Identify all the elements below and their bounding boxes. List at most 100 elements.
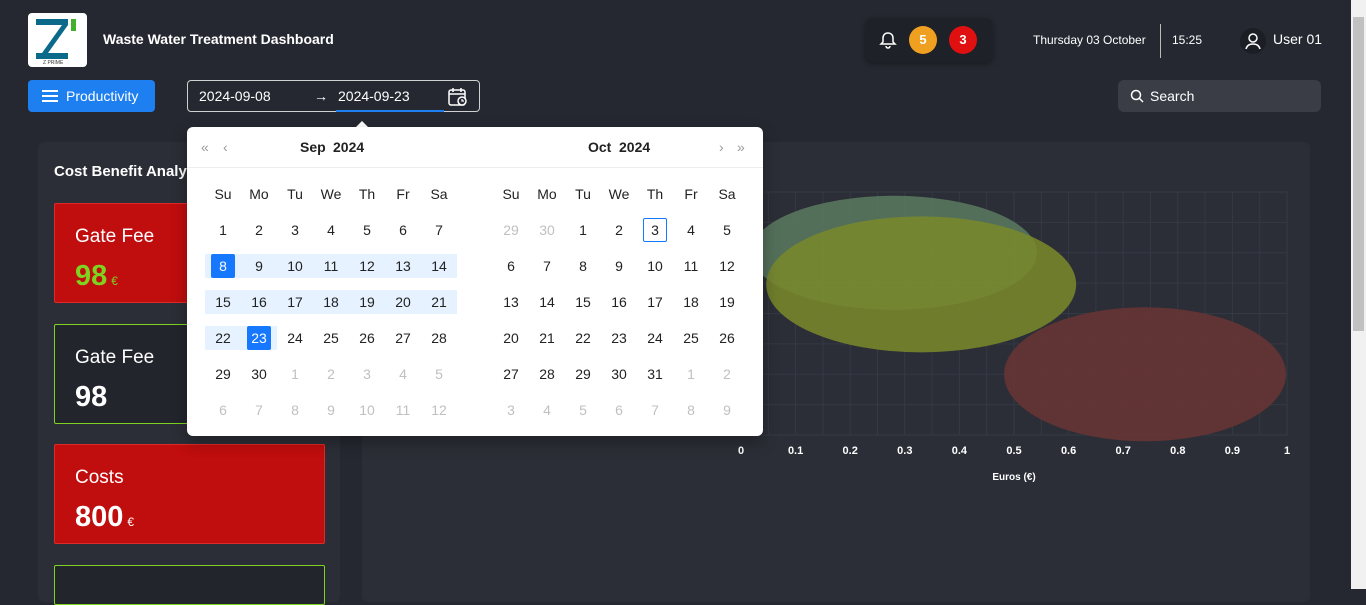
calendar-day[interactable]: 28 xyxy=(421,326,457,350)
calendar-day[interactable]: 23 xyxy=(241,326,277,350)
calendar-day[interactable]: 30 xyxy=(529,218,565,242)
prev-year-button[interactable]: « xyxy=(201,139,209,155)
calendar-day[interactable]: 2 xyxy=(313,362,349,386)
calendar-day[interactable]: 6 xyxy=(493,254,529,278)
calendar-day[interactable]: 30 xyxy=(241,362,277,386)
app-logo[interactable]: Z PRIME xyxy=(28,13,87,67)
calendar-day[interactable]: 25 xyxy=(313,326,349,350)
prev-month-button[interactable]: ‹ xyxy=(223,139,228,155)
calendar-day[interactable]: 13 xyxy=(493,290,529,314)
calendar-day[interactable]: 10 xyxy=(637,254,673,278)
calendar-day[interactable]: 6 xyxy=(205,398,241,422)
calendar-day[interactable]: 4 xyxy=(313,218,349,242)
calendar-day[interactable]: 21 xyxy=(529,326,565,350)
calendar-day[interactable]: 17 xyxy=(277,290,313,314)
warning-count-badge[interactable]: 5 xyxy=(909,26,937,54)
left-year-label[interactable]: 2024 xyxy=(333,139,364,155)
calendar-day[interactable]: 20 xyxy=(385,290,421,314)
next-year-button[interactable]: » xyxy=(737,139,745,155)
range-end-input[interactable]: 2024-09-23 xyxy=(338,88,410,104)
calendar-day[interactable]: 29 xyxy=(493,218,529,242)
calendar-day[interactable]: 11 xyxy=(313,254,349,278)
scrollbar-thumb[interactable] xyxy=(1353,17,1364,331)
calendar-day[interactable]: 2 xyxy=(601,218,637,242)
calendar-day[interactable]: 9 xyxy=(241,254,277,278)
calendar-day[interactable]: 9 xyxy=(313,398,349,422)
calendar-day[interactable]: 24 xyxy=(637,326,673,350)
calendar-day[interactable]: 8 xyxy=(673,398,709,422)
calendar-day[interactable]: 13 xyxy=(385,254,421,278)
calendar-day[interactable]: 18 xyxy=(673,290,709,314)
calendar-day[interactable]: 26 xyxy=(349,326,385,350)
calendar-day[interactable]: 7 xyxy=(529,254,565,278)
calendar-day[interactable]: 7 xyxy=(241,398,277,422)
calendar-day[interactable]: 7 xyxy=(637,398,673,422)
calendar-day[interactable]: 27 xyxy=(385,326,421,350)
calendar-day[interactable]: 19 xyxy=(349,290,385,314)
calendar-day[interactable]: 28 xyxy=(529,362,565,386)
productivity-button[interactable]: Productivity xyxy=(28,80,155,112)
calendar-day[interactable]: 26 xyxy=(709,326,745,350)
calendar-day[interactable]: 12 xyxy=(349,254,385,278)
calendar-day[interactable]: 29 xyxy=(205,362,241,386)
calendar-day[interactable]: 11 xyxy=(673,254,709,278)
bell-icon[interactable] xyxy=(878,30,898,50)
calendar-day[interactable]: 8 xyxy=(205,254,241,278)
calendar-day[interactable]: 12 xyxy=(709,254,745,278)
user-icon[interactable] xyxy=(1240,28,1266,54)
calendar-day[interactable]: 16 xyxy=(241,290,277,314)
right-month-label[interactable]: Oct xyxy=(588,139,611,155)
user-name[interactable]: User 01 xyxy=(1273,31,1322,47)
calendar-day[interactable]: 14 xyxy=(529,290,565,314)
alert-count-badge[interactable]: 3 xyxy=(949,26,977,54)
calendar-day[interactable]: 11 xyxy=(385,398,421,422)
search-button[interactable]: Search xyxy=(1118,80,1321,112)
calendar-day[interactable]: 16 xyxy=(601,290,637,314)
calendar-day[interactable]: 27 xyxy=(493,362,529,386)
calendar-day[interactable]: 25 xyxy=(673,326,709,350)
calendar-day[interactable]: 14 xyxy=(421,254,457,278)
calendar-day[interactable]: 3 xyxy=(349,362,385,386)
calendar-day[interactable]: 4 xyxy=(385,362,421,386)
right-year-label[interactable]: 2024 xyxy=(619,139,650,155)
calendar-day[interactable]: 2 xyxy=(709,362,745,386)
bubble-1[interactable] xyxy=(766,216,1077,353)
calendar-day[interactable]: 4 xyxy=(673,218,709,242)
calendar-day[interactable]: 10 xyxy=(349,398,385,422)
calendar-day[interactable]: 3 xyxy=(637,218,673,242)
calendar-icon[interactable] xyxy=(447,86,469,108)
calendar-day[interactable]: 2 xyxy=(241,218,277,242)
calendar-day[interactable]: 5 xyxy=(421,362,457,386)
calendar-day[interactable]: 9 xyxy=(709,398,745,422)
calendar-day[interactable]: 1 xyxy=(277,362,313,386)
calendar-day[interactable]: 22 xyxy=(565,326,601,350)
range-start-input[interactable]: 2024-09-08 xyxy=(199,88,271,104)
calendar-day[interactable]: 9 xyxy=(601,254,637,278)
next-month-button[interactable]: › xyxy=(719,139,724,155)
bubble-2[interactable] xyxy=(1004,307,1287,442)
calendar-day[interactable]: 21 xyxy=(421,290,457,314)
calendar-day[interactable]: 3 xyxy=(277,218,313,242)
calendar-day[interactable]: 6 xyxy=(385,218,421,242)
calendar-day[interactable]: 5 xyxy=(349,218,385,242)
calendar-day[interactable]: 1 xyxy=(673,362,709,386)
calendar-day[interactable]: 17 xyxy=(637,290,673,314)
calendar-day[interactable]: 20 xyxy=(493,326,529,350)
calendar-day[interactable]: 30 xyxy=(601,362,637,386)
calendar-day[interactable]: 10 xyxy=(277,254,313,278)
calendar-day[interactable]: 1 xyxy=(565,218,601,242)
calendar-day[interactable]: 22 xyxy=(205,326,241,350)
calendar-day[interactable]: 8 xyxy=(565,254,601,278)
calendar-day[interactable]: 3 xyxy=(493,398,529,422)
calendar-day[interactable]: 5 xyxy=(709,218,745,242)
calendar-day[interactable]: 18 xyxy=(313,290,349,314)
calendar-day[interactable]: 24 xyxy=(277,326,313,350)
calendar-day[interactable]: 19 xyxy=(709,290,745,314)
calendar-day[interactable]: 12 xyxy=(421,398,457,422)
calendar-day[interactable]: 29 xyxy=(565,362,601,386)
calendar-day[interactable]: 7 xyxy=(421,218,457,242)
calendar-day[interactable]: 31 xyxy=(637,362,673,386)
date-range-picker[interactable]: 2024-09-08 → 2024-09-23 xyxy=(187,80,480,112)
calendar-day[interactable]: 8 xyxy=(277,398,313,422)
calendar-day[interactable]: 1 xyxy=(205,218,241,242)
